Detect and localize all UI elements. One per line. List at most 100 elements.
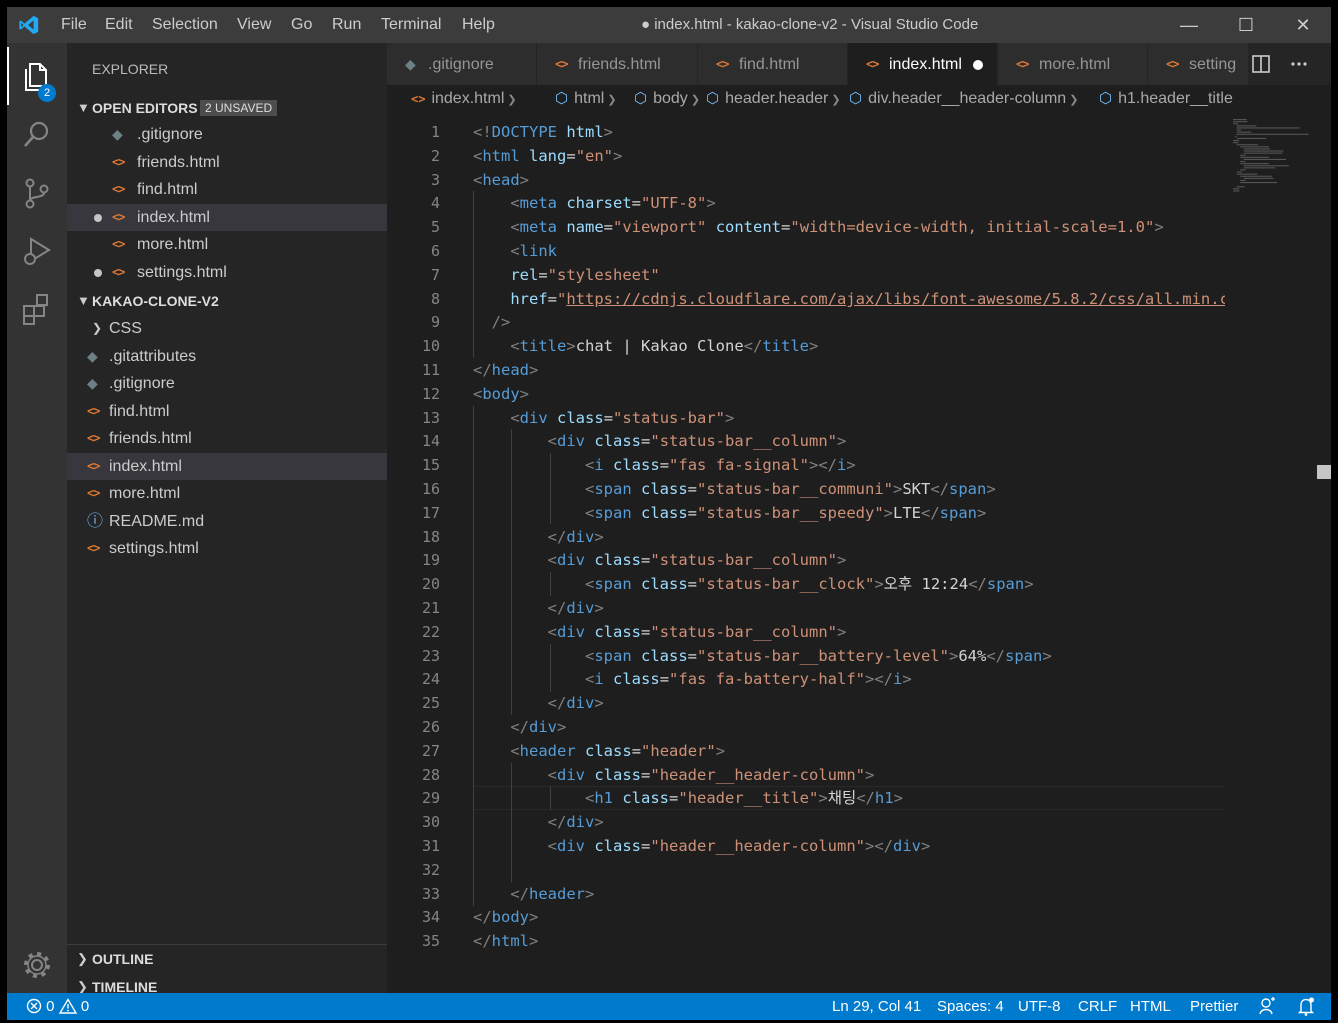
minimize-button[interactable]: — bbox=[1160, 7, 1218, 43]
chevron-right-icon: ❯ bbox=[1066, 94, 1079, 106]
open-editor-item[interactable]: ◆ .gitignore bbox=[67, 121, 387, 148]
file-item[interactable]: <> settings.html bbox=[67, 535, 387, 562]
editor-tabs: ◆ .gitignore <> friends.html <> find.html <> in… bbox=[387, 43, 1331, 85]
tab-setting[interactable]: <> setting bbox=[1148, 43, 1249, 85]
open-editor-item[interactable]: <> more.html bbox=[67, 231, 387, 258]
breadcrumb-item[interactable]: ⬡ div.header__header-column ❯ bbox=[849, 85, 1078, 113]
file-item[interactable]: ⓘ README.md bbox=[67, 508, 387, 535]
open-editors-header[interactable]: ▼ OPEN EDITORS 2 UNSAVED bbox=[67, 95, 387, 121]
line-number: 12 bbox=[421, 385, 440, 403]
code-editor[interactable]: 1 <!DOCTYPE html> 2 <html lang="en"> 3 <head>… bbox=[387, 113, 1331, 993]
file-item[interactable]: <> friends.html bbox=[67, 425, 387, 452]
menu-view[interactable]: View bbox=[237, 7, 271, 43]
breadcrumb-item[interactable]: ⬡ header.header ❯ bbox=[706, 85, 841, 113]
minimap-line bbox=[1236, 127, 1300, 129]
minimap-line bbox=[1236, 171, 1242, 173]
maximize-button[interactable]: ☐ bbox=[1217, 7, 1275, 43]
tab-find-html[interactable]: <> find.html bbox=[698, 43, 848, 85]
line-number: 1 bbox=[430, 123, 440, 141]
code-token: SKT bbox=[902, 480, 931, 498]
menu-go[interactable]: Go bbox=[291, 7, 312, 43]
formatter[interactable]: Prettier bbox=[1190, 993, 1238, 1020]
code-token: class bbox=[594, 766, 642, 784]
split-editor-button[interactable] bbox=[1251, 43, 1271, 85]
source-control-activity[interactable] bbox=[7, 163, 67, 221]
language-mode[interactable]: HTML bbox=[1130, 993, 1171, 1020]
error-count: 0 bbox=[46, 998, 55, 1015]
notifications-button[interactable] bbox=[1297, 993, 1315, 1020]
breadcrumb-item[interactable]: <> index.html ❯ bbox=[411, 85, 517, 113]
close-button[interactable]: ✕ bbox=[1274, 7, 1331, 43]
scrollbar-marker[interactable] bbox=[1317, 465, 1331, 479]
menu-run[interactable]: Run bbox=[332, 7, 361, 43]
file-item[interactable]: ◆ .gitignore bbox=[67, 370, 387, 397]
tab-index-html[interactable]: <> index.html bbox=[848, 43, 998, 85]
file-label: index.html bbox=[109, 457, 182, 475]
tab-label: setting bbox=[1189, 56, 1237, 73]
outline-header[interactable]: ❯ OUTLINE bbox=[67, 946, 387, 972]
code-token: /> bbox=[491, 313, 511, 331]
code-token: 64% bbox=[958, 647, 987, 665]
menu-selection[interactable]: Selection bbox=[152, 7, 218, 43]
indentation[interactable]: Spaces: 4 bbox=[937, 993, 1004, 1020]
menu-terminal[interactable]: Terminal bbox=[381, 7, 441, 43]
feedback-button[interactable] bbox=[1258, 993, 1276, 1020]
file-item[interactable]: <> index.html bbox=[67, 452, 387, 480]
folder-item[interactable]: ❯ CSS bbox=[67, 315, 387, 342]
file-item[interactable]: ◆ .gitattributes bbox=[67, 343, 387, 370]
code-token: </ bbox=[510, 885, 529, 903]
breadcrumb-item[interactable]: ⬡ body ❯ bbox=[634, 85, 700, 113]
code-line: <title>chat | Kakao Clone</title> bbox=[473, 334, 1225, 358]
html-icon: <> bbox=[87, 541, 100, 555]
more-actions-button[interactable] bbox=[1289, 43, 1309, 85]
open-editor-item[interactable]: <> find.html bbox=[67, 176, 387, 203]
manage-activity[interactable] bbox=[7, 935, 67, 993]
code-token: "header" bbox=[641, 742, 716, 760]
project-header[interactable]: ▼ KAKAO-CLONE-V2 bbox=[67, 288, 387, 314]
menu-file[interactable]: File bbox=[61, 7, 87, 43]
menu-help[interactable]: Help bbox=[462, 7, 495, 43]
code-token: > bbox=[519, 171, 530, 189]
minimap-line bbox=[1243, 150, 1284, 152]
open-editor-item[interactable]: <> settings.html bbox=[67, 259, 387, 286]
unsaved-dot-icon[interactable] bbox=[973, 60, 983, 70]
file-item[interactable]: <> find.html bbox=[67, 398, 387, 425]
tab--gitignore[interactable]: ◆ .gitignore bbox=[387, 43, 537, 85]
code-token: content bbox=[715, 218, 782, 236]
minimap-line bbox=[1240, 182, 1278, 184]
end-of-line[interactable]: CRLF bbox=[1078, 993, 1117, 1020]
code-token: > bbox=[837, 432, 847, 450]
open-editor-item[interactable]: <> friends.html bbox=[67, 149, 387, 176]
open-editor-item[interactable]: <> index.html bbox=[67, 203, 387, 231]
code-token: < bbox=[547, 623, 557, 641]
problems-indicator[interactable]: 0 0 bbox=[26, 993, 89, 1020]
line-number: 13 bbox=[421, 409, 440, 427]
menu-edit[interactable]: Edit bbox=[105, 7, 133, 43]
cursor-position[interactable]: Ln 29, Col 41 bbox=[832, 993, 921, 1020]
git-icon: ◆ bbox=[87, 347, 98, 364]
code-token: </ bbox=[547, 694, 567, 712]
code-token: < bbox=[473, 147, 483, 165]
code-token: < bbox=[584, 789, 595, 807]
search-activity[interactable] bbox=[7, 105, 67, 163]
run-debug-activity[interactable] bbox=[7, 221, 67, 279]
breadcrumb-item[interactable]: ⬡ h1.header__title bbox=[1099, 85, 1233, 113]
file-item[interactable]: <> more.html bbox=[67, 480, 387, 507]
tab-more-html[interactable]: <> more.html bbox=[998, 43, 1148, 85]
encoding[interactable]: UTF-8 bbox=[1018, 993, 1061, 1020]
file-label: settings.html bbox=[109, 540, 199, 557]
line-number: 32 bbox=[421, 861, 440, 879]
explorer-activity[interactable]: 2 bbox=[7, 47, 67, 105]
code-token: > bbox=[986, 480, 996, 498]
code-token: < bbox=[473, 385, 483, 403]
extensions-activity[interactable] bbox=[7, 279, 67, 337]
code-line: </div> bbox=[473, 810, 1225, 834]
minimap[interactable] bbox=[1229, 113, 1309, 213]
breadcrumb-item[interactable]: ⬡ html ❯ bbox=[555, 85, 617, 113]
tab-friends-html[interactable]: <> friends.html bbox=[537, 43, 698, 85]
code-token: </ bbox=[856, 789, 875, 807]
